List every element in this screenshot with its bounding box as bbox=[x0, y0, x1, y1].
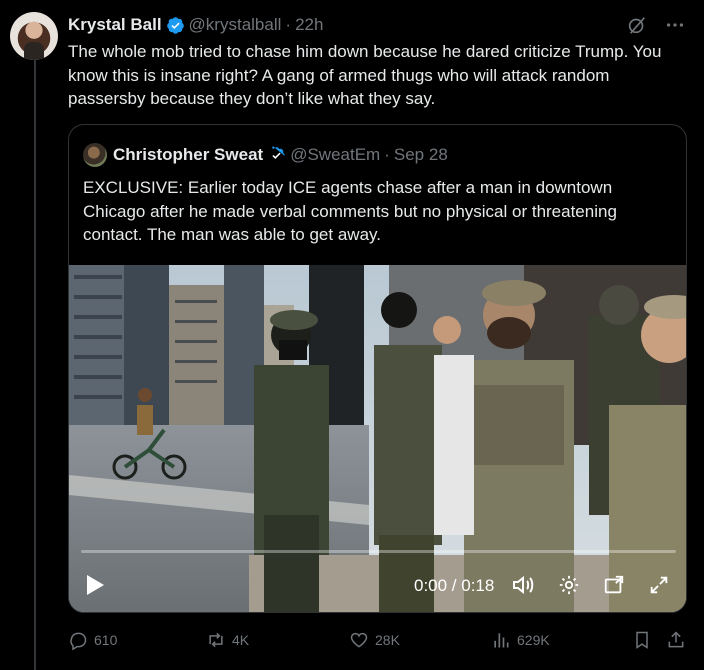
tweet-header: Krystal Ball @krystalball · 22h bbox=[68, 14, 323, 36]
repost-button[interactable]: 4K bbox=[206, 628, 249, 652]
video-time: 0:00 / 0:18 bbox=[414, 576, 495, 595]
quote-avatar[interactable] bbox=[83, 143, 107, 167]
views-count: 629K bbox=[517, 632, 550, 648]
quote-author-handle[interactable]: @SweatEm bbox=[290, 145, 380, 165]
author-name[interactable]: Krystal Ball bbox=[68, 15, 162, 35]
bookmark-icon bbox=[632, 630, 652, 650]
share-icon bbox=[666, 630, 686, 650]
video-controls bbox=[511, 573, 670, 602]
quote-tweet-card[interactable]: Christopher Sweat @SweatEm · Sep 28 EXCL… bbox=[68, 124, 687, 613]
reply-count: 610 bbox=[94, 632, 118, 648]
verified-badge-icon bbox=[267, 146, 286, 165]
tweet-text: The whole mob tried to chase him down be… bbox=[68, 42, 667, 108]
repost-icon bbox=[206, 630, 226, 650]
views-icon bbox=[491, 630, 511, 650]
fullscreen-icon[interactable] bbox=[648, 574, 670, 601]
video-frame bbox=[69, 265, 686, 612]
like-icon bbox=[349, 630, 369, 650]
reply-icon bbox=[68, 630, 88, 650]
video-progress-bar[interactable] bbox=[81, 550, 676, 553]
quote-header: Christopher Sweat @SweatEm · Sep 28 bbox=[83, 143, 448, 167]
repost-count: 4K bbox=[232, 632, 250, 648]
play-icon[interactable] bbox=[84, 573, 106, 602]
avatar[interactable] bbox=[10, 12, 58, 60]
video-player[interactable]: 0:00 / 0:18 bbox=[69, 265, 686, 612]
author-handle[interactable]: @krystalball bbox=[189, 15, 282, 35]
pip-icon[interactable] bbox=[603, 574, 625, 601]
settings-icon[interactable] bbox=[558, 574, 580, 601]
like-button[interactable]: 28K bbox=[349, 628, 400, 652]
separator-dot: · bbox=[384, 145, 390, 164]
verified-badge-icon bbox=[166, 16, 185, 35]
volume-icon[interactable] bbox=[511, 573, 535, 602]
share-button[interactable] bbox=[666, 628, 686, 652]
like-count: 28K bbox=[375, 632, 400, 648]
tweet-time[interactable]: 22h bbox=[295, 15, 323, 35]
grok-icon[interactable] bbox=[626, 14, 648, 36]
bookmark-button[interactable] bbox=[632, 628, 652, 652]
thread-line bbox=[34, 60, 36, 670]
tweet-top-actions bbox=[626, 14, 686, 36]
quote-text: EXCLUSIVE: Earlier today ICE agents chas… bbox=[83, 178, 617, 244]
quote-author-name[interactable]: Christopher Sweat bbox=[113, 145, 263, 165]
views-button[interactable]: 629K bbox=[491, 628, 550, 652]
quote-date[interactable]: Sep 28 bbox=[394, 145, 448, 165]
more-icon[interactable] bbox=[664, 14, 686, 36]
separator-dot: · bbox=[285, 15, 292, 34]
reply-button[interactable]: 610 bbox=[68, 628, 117, 652]
tweet-actions: 610 4K 28K 629K bbox=[68, 628, 688, 652]
